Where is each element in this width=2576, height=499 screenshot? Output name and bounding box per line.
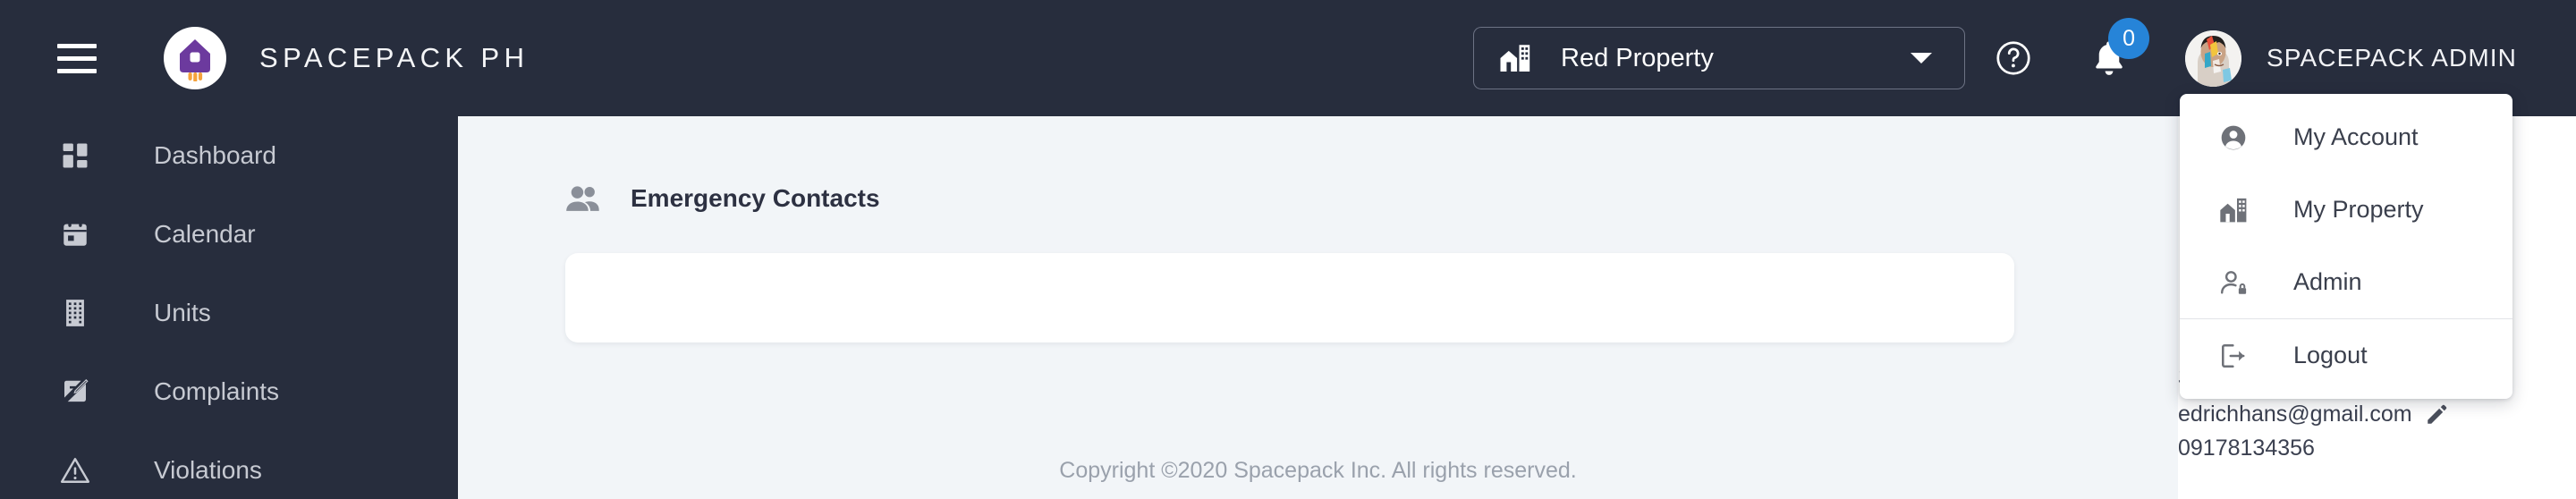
pencil-edit-icon[interactable] [2425, 403, 2448, 427]
menu-icon-bar [57, 43, 97, 48]
sidebar-item-dashboard[interactable]: Dashboard [0, 116, 458, 195]
notifications-button[interactable]: 0 [2090, 18, 2150, 79]
sidebar-item-calendar[interactable]: Calendar [0, 195, 458, 274]
building-home-icon [2216, 197, 2251, 224]
menu-icon-bar [57, 55, 97, 61]
chevron-down-icon[interactable] [1909, 50, 1934, 66]
menu-item-label: My Property [2293, 196, 2424, 223]
profile-email: edrichhans@gmail.com [2178, 402, 2412, 427]
user-dropdown-menu: My Account My Property Admin Logout [2180, 94, 2512, 399]
warning-triangle-icon [55, 456, 95, 485]
menu-item-admin[interactable]: Admin [2180, 246, 2512, 318]
building-units-icon [55, 298, 95, 328]
building-home-icon [1499, 43, 1531, 73]
dashboard-grid-icon [55, 140, 95, 171]
sidebar-item-label: Calendar [154, 220, 256, 248]
menu-item-my-account[interactable]: My Account [2180, 101, 2512, 173]
person-lock-icon [2216, 268, 2251, 297]
brand-title: SPACEPACK PH [259, 42, 530, 73]
brand[interactable]: SPACEPACK PH [164, 27, 529, 89]
property-selector[interactable]: Red Property [1473, 27, 1965, 89]
calendar-icon [55, 219, 95, 249]
sidebar: Dashboard Calendar Units Complaints Viol… [0, 116, 458, 499]
menu-icon[interactable] [57, 43, 97, 73]
user-display-name: SPACEPACK ADMIN [2267, 44, 2517, 72]
copyright-text: Copyright ©2020 Spacepack Inc. All right… [1059, 458, 1577, 483]
account-circle-icon [2216, 123, 2251, 152]
rocket-house-logo [164, 27, 226, 89]
page-title: Emergency Contacts [631, 184, 880, 212]
property-selector-value: Red Property [1561, 43, 1714, 72]
menu-item-logout[interactable]: Logout [2180, 319, 2512, 392]
help-circle-icon[interactable] [1994, 38, 2033, 78]
sidebar-item-label: Dashboard [154, 141, 276, 169]
emergency-contacts-card [565, 253, 2014, 343]
main-content: Emergency Contacts Copyright ©2020 Space… [458, 116, 2178, 499]
avatar [2185, 30, 2242, 87]
complaints-edit-icon [55, 377, 95, 406]
sidebar-item-units[interactable]: Units [0, 274, 458, 352]
sidebar-item-label: Units [154, 299, 211, 326]
notification-badge: 0 [2108, 18, 2150, 59]
logout-icon [2216, 342, 2251, 370]
menu-item-label: My Account [2293, 123, 2419, 150]
menu-item-label: Admin [2293, 268, 2362, 295]
sidebar-item-violations[interactable]: Violations [0, 431, 458, 499]
menu-item-my-property[interactable]: My Property [2180, 173, 2512, 246]
app-root: SPACEPACK PH Red Property 0 SPACEPACK AD… [0, 0, 2576, 499]
menu-item-label: Logout [2293, 342, 2368, 368]
section-header: Emergency Contacts [565, 183, 2178, 214]
sidebar-item-label: Violations [154, 456, 262, 484]
people-group-icon [565, 183, 599, 214]
profile-email-row: edrichhans@gmail.com [2178, 402, 2576, 427]
profile-phone: 09178134356 [2178, 436, 2315, 461]
menu-icon-bar [57, 68, 97, 73]
sidebar-item-complaints[interactable]: Complaints [0, 352, 458, 431]
sidebar-item-label: Complaints [154, 377, 280, 405]
user-menu-button[interactable]: SPACEPACK ADMIN [2185, 30, 2517, 87]
